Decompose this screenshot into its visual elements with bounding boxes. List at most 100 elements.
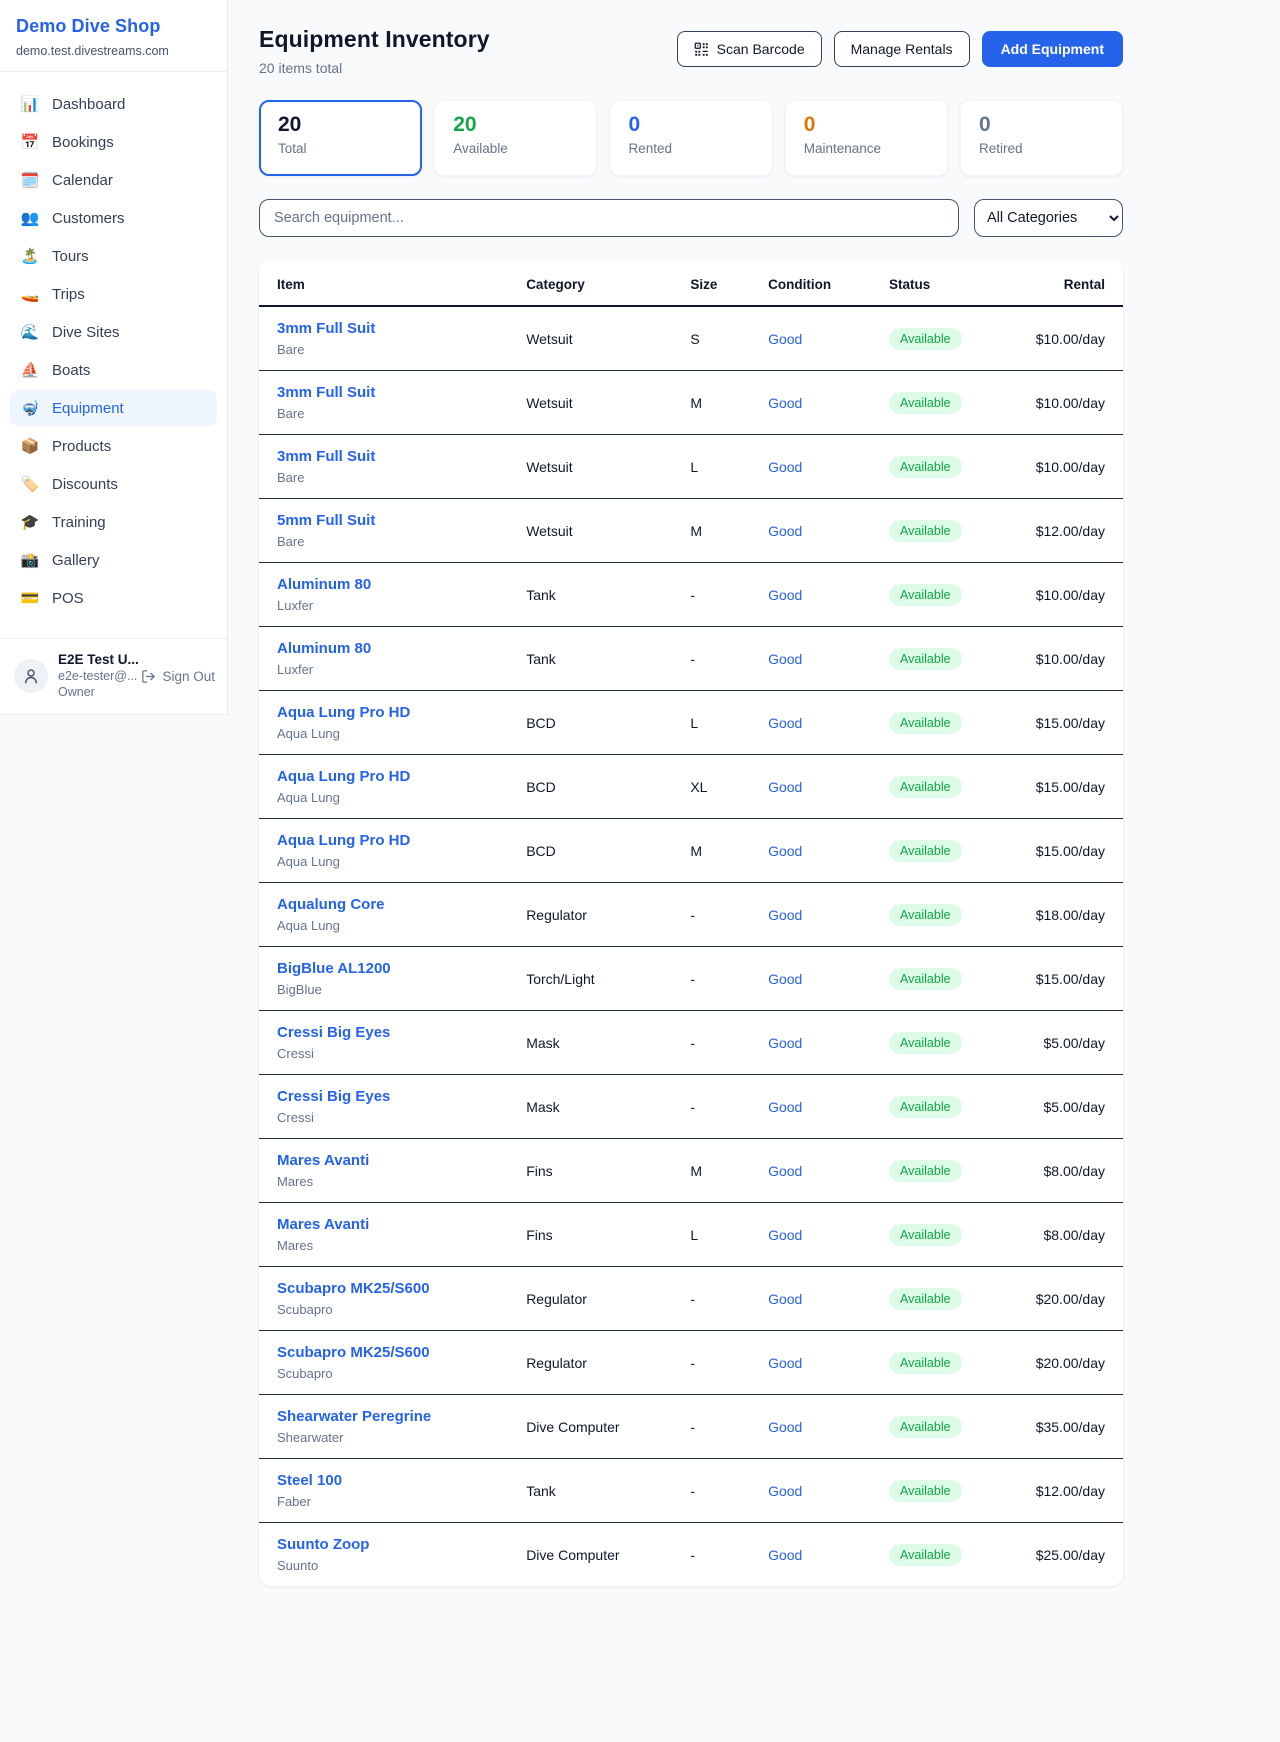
stat-card[interactable]: 0 Rented (610, 100, 773, 176)
item-brand: Scubapro (277, 1366, 510, 1381)
item-name-link[interactable]: Scubapro MK25/S600 (277, 1280, 510, 1297)
rental-rate: $15.00/day (1006, 691, 1123, 755)
table-row: Aqua Lung Pro HD Aqua Lung BCD L Good Av… (259, 691, 1123, 755)
rental-rate: $15.00/day (1006, 947, 1123, 1011)
item-brand: Bare (277, 470, 510, 485)
condition-link[interactable]: Good (768, 1035, 802, 1051)
add-equipment-button[interactable]: Add Equipment (982, 31, 1123, 67)
condition-link[interactable]: Good (768, 587, 802, 603)
condition-link[interactable]: Good (768, 1163, 802, 1179)
item-name-link[interactable]: 5mm Full Suit (277, 512, 510, 529)
nav-item-icon: 📊 (20, 95, 40, 113)
item-name-link[interactable]: Aqua Lung Pro HD (277, 832, 510, 849)
item-name-link[interactable]: Mares Avanti (277, 1216, 510, 1233)
item-category: Tank (518, 563, 682, 627)
item-name-link[interactable]: Mares Avanti (277, 1152, 510, 1169)
status-badge: Available (889, 648, 962, 670)
item-category: BCD (518, 755, 682, 819)
sidebar-item[interactable]: 🏷️ Discounts (10, 466, 217, 502)
condition-link[interactable]: Good (768, 1355, 802, 1371)
sidebar-item[interactable]: 🚤 Trips (10, 276, 217, 312)
equipment-table: Item Category Size Condition Status Rent… (259, 260, 1123, 1586)
sidebar-item[interactable]: 📸 Gallery (10, 542, 217, 578)
status-badge: Available (889, 1416, 962, 1438)
stat-card[interactable]: 20 Total (259, 100, 422, 176)
sidebar-item[interactable]: 🗓️ Calendar (10, 162, 217, 198)
item-name-link[interactable]: Cressi Big Eyes (277, 1088, 510, 1105)
search-input[interactable] (259, 199, 959, 237)
sidebar-item[interactable]: 🏝️ Tours (10, 238, 217, 274)
sidebar-item[interactable]: 🤿 Equipment (10, 390, 217, 426)
stat-card[interactable]: 0 Maintenance (785, 100, 948, 176)
item-name-link[interactable]: Aqua Lung Pro HD (277, 704, 510, 721)
stat-label: Maintenance (804, 141, 929, 156)
item-name-link[interactable]: 3mm Full Suit (277, 384, 510, 401)
stat-card[interactable]: 0 Retired (960, 100, 1123, 176)
item-brand: BigBlue (277, 982, 510, 997)
sidebar-item[interactable]: 👥 Customers (10, 200, 217, 236)
item-name-link[interactable]: 3mm Full Suit (277, 320, 510, 337)
item-name-link[interactable]: Scubapro MK25/S600 (277, 1344, 510, 1361)
condition-link[interactable]: Good (768, 1227, 802, 1243)
item-name-link[interactable]: Aqualung Core (277, 896, 510, 913)
status-badge: Available (889, 1224, 962, 1246)
status-badge: Available (889, 328, 962, 350)
sidebar-item[interactable]: 🌊 Dive Sites (10, 314, 217, 350)
sign-out-label: Sign Out (162, 669, 215, 684)
item-brand: Bare (277, 534, 510, 549)
sidebar-item[interactable]: 📊 Dashboard (10, 86, 217, 122)
condition-link[interactable]: Good (768, 523, 802, 539)
condition-link[interactable]: Good (768, 1547, 802, 1563)
item-name-link[interactable]: Aluminum 80 (277, 576, 510, 593)
sidebar-item[interactable]: 📦 Products (10, 428, 217, 464)
condition-link[interactable]: Good (768, 907, 802, 923)
sign-out-button[interactable]: Sign Out (141, 669, 215, 684)
item-brand: Aqua Lung (277, 918, 510, 933)
scan-barcode-button[interactable]: Scan Barcode (677, 31, 822, 67)
column-header-size: Size (682, 260, 760, 306)
item-name-link[interactable]: Aluminum 80 (277, 640, 510, 657)
sidebar-item[interactable]: ⛵ Boats (10, 352, 217, 388)
item-name-link[interactable]: Aqua Lung Pro HD (277, 768, 510, 785)
item-name-link[interactable]: 3mm Full Suit (277, 448, 510, 465)
condition-link[interactable]: Good (768, 779, 802, 795)
category-select[interactable]: All Categories (974, 199, 1123, 237)
status-badge: Available (889, 840, 962, 862)
item-category: Regulator (518, 1267, 682, 1331)
item-category: BCD (518, 819, 682, 883)
condition-link[interactable]: Good (768, 1419, 802, 1435)
item-category: Fins (518, 1203, 682, 1267)
condition-link[interactable]: Good (768, 459, 802, 475)
condition-link[interactable]: Good (768, 1099, 802, 1115)
item-name-link[interactable]: BigBlue AL1200 (277, 960, 510, 977)
condition-link[interactable]: Good (768, 971, 802, 987)
table-row: Aluminum 80 Luxfer Tank - Good Available… (259, 563, 1123, 627)
condition-link[interactable]: Good (768, 1291, 802, 1307)
item-name-link[interactable]: Steel 100 (277, 1472, 510, 1489)
table-row: Aqua Lung Pro HD Aqua Lung BCD M Good Av… (259, 819, 1123, 883)
nav-item-label: Dashboard (52, 96, 125, 113)
condition-link[interactable]: Good (768, 651, 802, 667)
item-name-link[interactable]: Shearwater Peregrine (277, 1408, 510, 1425)
condition-link[interactable]: Good (768, 715, 802, 731)
manage-rentals-button[interactable]: Manage Rentals (834, 31, 970, 67)
item-category: Wetsuit (518, 306, 682, 371)
item-name-link[interactable]: Cressi Big Eyes (277, 1024, 510, 1041)
condition-link[interactable]: Good (768, 331, 802, 347)
column-header-condition: Condition (760, 260, 881, 306)
condition-link[interactable]: Good (768, 1483, 802, 1499)
sidebar-item[interactable]: 🎓 Training (10, 504, 217, 540)
item-size: M (682, 499, 760, 563)
item-brand: Cressi (277, 1110, 510, 1125)
items-total-subtitle: 20 items total (259, 60, 490, 76)
sidebar-item[interactable]: 📅 Bookings (10, 124, 217, 160)
table-row: Aqualung Core Aqua Lung Regulator - Good… (259, 883, 1123, 947)
sidebar-item[interactable]: 💳 POS (10, 580, 217, 616)
stat-card[interactable]: 20 Available (434, 100, 597, 176)
item-size: - (682, 1523, 760, 1587)
condition-link[interactable]: Good (768, 395, 802, 411)
condition-link[interactable]: Good (768, 843, 802, 859)
table-row: Suunto Zoop Suunto Dive Computer - Good … (259, 1523, 1123, 1587)
stat-label: Retired (979, 141, 1104, 156)
item-name-link[interactable]: Suunto Zoop (277, 1536, 510, 1553)
